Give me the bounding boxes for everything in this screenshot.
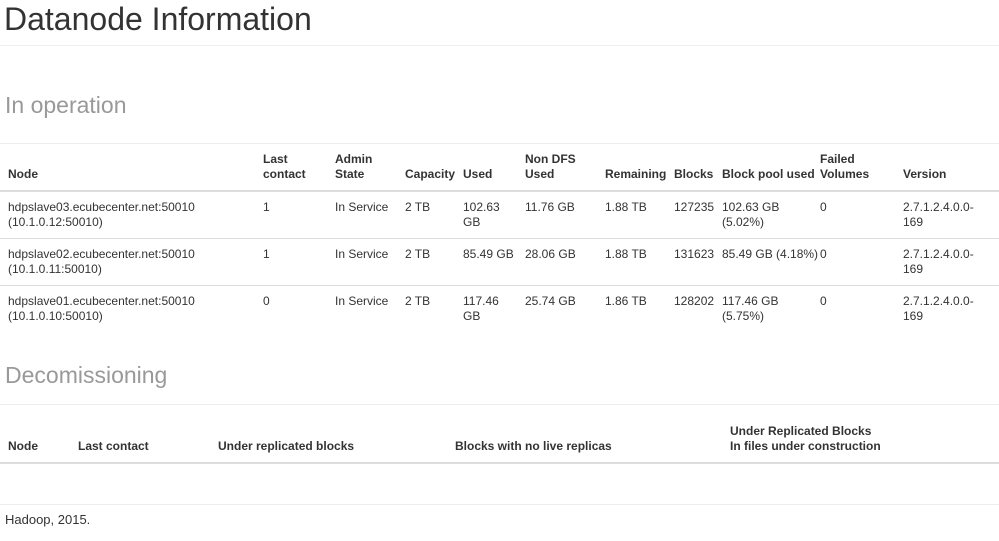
cell-node: hdpslave01.ecubecenter.net:50010 (10.1.0… <box>0 286 255 333</box>
column-header-last-contact: Last contact <box>70 416 210 463</box>
datanodes-header-row: Node Last contact Admin State Capacity U… <box>0 144 999 191</box>
cell-version: 2.7.1.2.4.0.0- 169 <box>895 239 999 286</box>
section-heading-decommissioning: Decomissioning <box>0 332 999 405</box>
column-header-last-contact: Last contact <box>255 144 327 191</box>
column-header-under-replicated-blocks: Under replicated blocks <box>210 416 447 463</box>
cell-last-contact: 0 <box>255 286 327 333</box>
cell-blocks: 128202 <box>666 286 714 333</box>
column-header-non-dfs-used: Non DFS Used <box>517 144 597 191</box>
section-heading-in-operation: In operation <box>0 46 999 144</box>
cell-block-pool-used: 102.63 GB (5.02%) <box>714 191 812 239</box>
datanode-row: hdpslave03.ecubecenter.net:50010 (10.1.0… <box>0 191 999 239</box>
cell-node: hdpslave02.ecubecenter.net:50010 (10.1.0… <box>0 239 255 286</box>
cell-remaining: 1.88 TB <box>597 191 666 239</box>
cell-version: 2.7.1.2.4.0.0- 169 <box>895 286 999 333</box>
cell-failed-volumes: 0 <box>812 239 895 286</box>
cell-non-dfs-used: 11.76 GB <box>517 191 597 239</box>
column-header-node: Node <box>0 144 255 191</box>
column-header-under-replicated-in-construction: Under Replicated Blocks In files under c… <box>722 416 999 463</box>
decommissioning-table: Node Last contact Under replicated block… <box>0 416 999 464</box>
cell-used: 85.49 GB <box>455 239 517 286</box>
column-header-block-pool-used: Block pool used <box>714 144 812 191</box>
column-header-blocks: Blocks <box>666 144 714 191</box>
cell-admin-state: In Service <box>327 191 397 239</box>
cell-non-dfs-used: 28.06 GB <box>517 239 597 286</box>
cell-remaining: 1.86 TB <box>597 286 666 333</box>
cell-block-pool-used: 85.49 GB (4.18%) <box>714 239 812 286</box>
cell-remaining: 1.88 TB <box>597 239 666 286</box>
column-header-remaining: Remaining <box>597 144 666 191</box>
decommissioning-header-row: Node Last contact Under replicated block… <box>0 416 999 463</box>
column-header-used: Used <box>455 144 517 191</box>
datanode-information-page: Datanode Information In operation Node L… <box>0 0 999 541</box>
cell-capacity: 2 TB <box>397 286 455 333</box>
footer-divider <box>0 504 999 505</box>
datanode-row: hdpslave02.ecubecenter.net:50010 (10.1.0… <box>0 239 999 286</box>
cell-node: hdpslave03.ecubecenter.net:50010 (10.1.0… <box>0 191 255 239</box>
column-header-admin-state: Admin State <box>327 144 397 191</box>
cell-version: 2.7.1.2.4.0.0- 169 <box>895 191 999 239</box>
cell-used: 102.63 GB <box>455 191 517 239</box>
page-title: Datanode Information <box>0 0 999 46</box>
column-header-node: Node <box>0 416 70 463</box>
footer-text: Hadoop, 2015. <box>5 512 999 528</box>
cell-last-contact: 1 <box>255 191 327 239</box>
cell-capacity: 2 TB <box>397 191 455 239</box>
cell-failed-volumes: 0 <box>812 191 895 239</box>
column-header-capacity: Capacity <box>397 144 455 191</box>
cell-blocks: 127235 <box>666 191 714 239</box>
column-header-version: Version <box>895 144 999 191</box>
datanodes-table: Node Last contact Admin State Capacity U… <box>0 144 999 332</box>
cell-block-pool-used: 117.46 GB (5.75%) <box>714 286 812 333</box>
cell-admin-state: In Service <box>327 239 397 286</box>
cell-last-contact: 1 <box>255 239 327 286</box>
column-header-blocks-no-live-replicas: Blocks with no live replicas <box>447 416 722 463</box>
cell-blocks: 131623 <box>666 239 714 286</box>
cell-capacity: 2 TB <box>397 239 455 286</box>
cell-used: 117.46 GB <box>455 286 517 333</box>
cell-non-dfs-used: 25.74 GB <box>517 286 597 333</box>
cell-admin-state: In Service <box>327 286 397 333</box>
cell-failed-volumes: 0 <box>812 286 895 333</box>
datanode-row: hdpslave01.ecubecenter.net:50010 (10.1.0… <box>0 286 999 333</box>
column-header-failed-volumes: Failed Volumes <box>812 144 895 191</box>
